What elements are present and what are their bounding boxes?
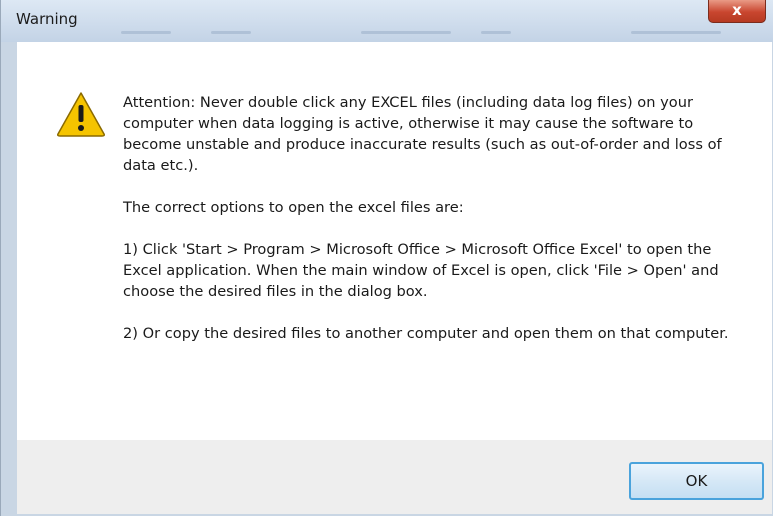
title-bar-ghost-text <box>211 31 251 34</box>
title-bar: Warning x <box>1 0 773 42</box>
message-text: Attention: Never double click any EXCEL … <box>123 92 748 365</box>
message-paragraph: 1) Click 'Start > Program > Microsoft Of… <box>123 241 719 300</box>
title-bar-ghost-text <box>631 31 721 34</box>
message-area: Attention: Never double click any EXCEL … <box>17 42 772 440</box>
title-bar-ghost-text <box>121 31 171 34</box>
close-icon: x <box>732 1 742 19</box>
message-paragraph: 2) Or copy the desired files to another … <box>123 325 729 342</box>
message-paragraph: Attention: Never double click any EXCEL … <box>123 94 722 174</box>
ok-button[interactable]: OK <box>629 462 764 500</box>
message-paragraph: The correct options to open the excel fi… <box>123 199 464 216</box>
warning-dialog: Warning x Attention: Never double click … <box>0 0 773 516</box>
close-button[interactable]: x <box>708 0 766 23</box>
window-title: Warning <box>16 10 78 28</box>
warning-icon <box>57 92 105 137</box>
title-bar-ghost-text <box>361 31 451 34</box>
title-bar-ghost-text <box>481 31 511 34</box>
button-bar: OK <box>17 440 772 514</box>
